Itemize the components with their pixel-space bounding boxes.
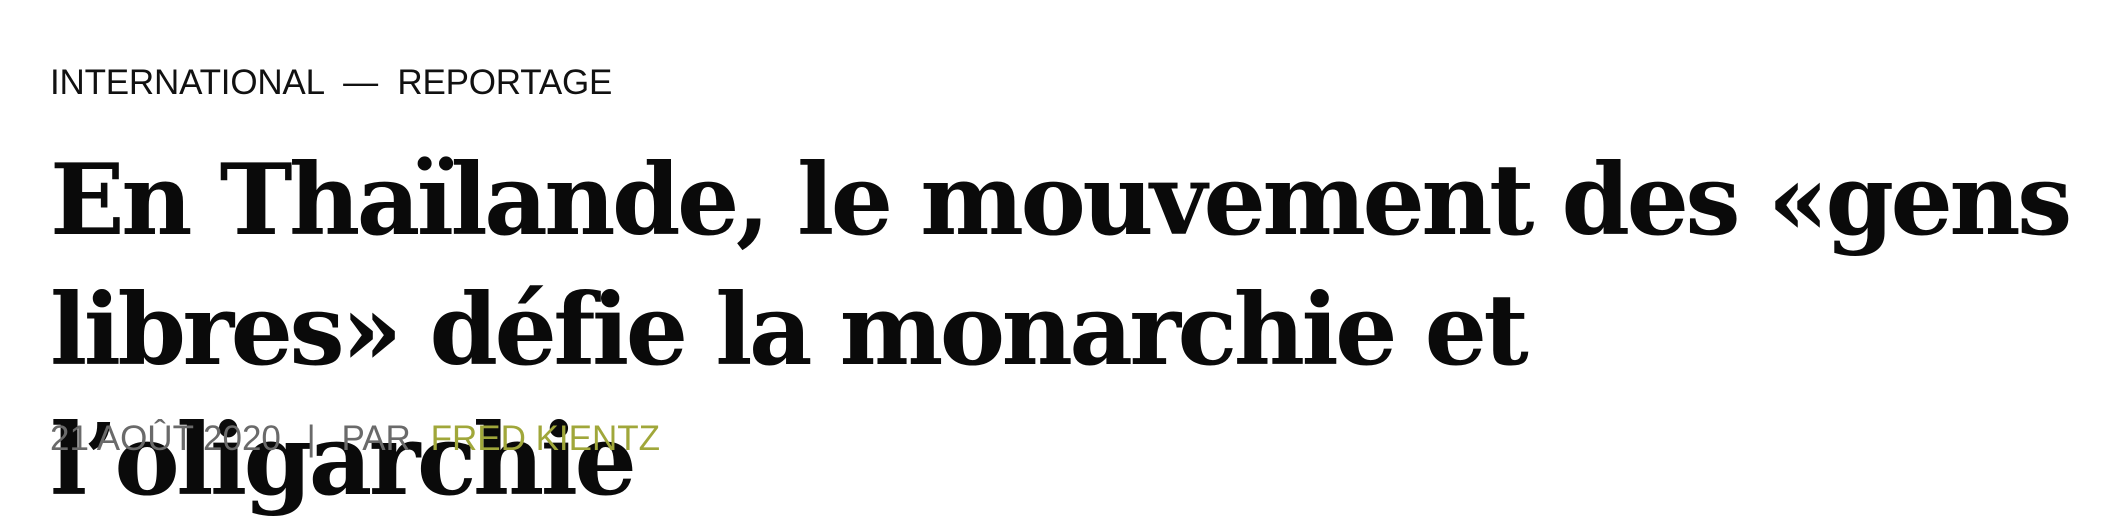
- publish-date: 21 AOÛT 2020: [50, 419, 281, 458]
- kicker-separator: —: [343, 63, 378, 102]
- article-title: En Thaïlande, le mouvement des «gens lib…: [50, 143, 2072, 518]
- author-link[interactable]: FRED KIENTZ: [431, 419, 660, 458]
- genre-link[interactable]: REPORTAGE: [397, 63, 612, 102]
- section-kicker: INTERNATIONAL — REPORTAGE: [50, 60, 612, 106]
- article-meta: 21 AOÛT 2020 | PAR FRED KIENTZ: [50, 416, 660, 462]
- section-link[interactable]: INTERNATIONAL: [50, 63, 324, 102]
- byline-label: PAR: [341, 419, 411, 458]
- meta-separator: |: [306, 419, 316, 458]
